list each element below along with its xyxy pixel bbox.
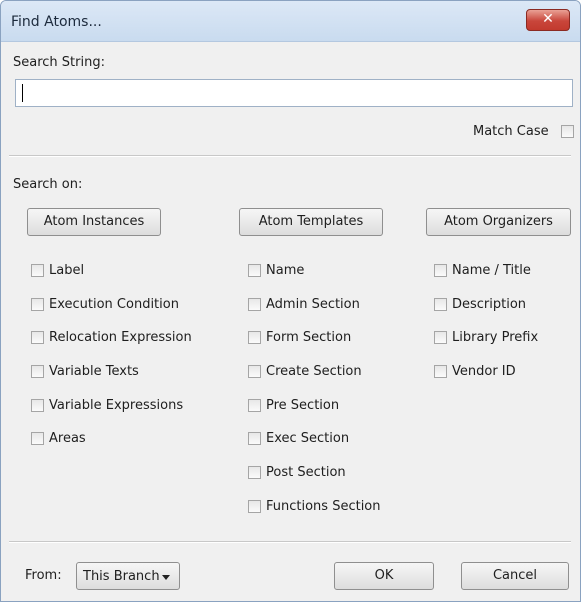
from-dropdown[interactable]: This Branch <box>76 562 180 590</box>
option-checkbox[interactable] <box>31 331 44 344</box>
option-text: Name / Title <box>452 263 531 278</box>
option-checkbox[interactable] <box>248 264 261 277</box>
search-on-label: Search on: <box>13 177 83 192</box>
option-text: Variable Expressions <box>49 398 184 413</box>
text-caret <box>22 84 23 102</box>
divider-top <box>9 155 571 157</box>
chevron-down-icon <box>162 575 170 580</box>
option-checkbox[interactable] <box>31 264 44 277</box>
option-checkbox[interactable] <box>31 399 44 412</box>
option-checkbox[interactable] <box>248 331 261 344</box>
option-checkbox[interactable] <box>248 298 261 311</box>
match-case-label: Match Case <box>473 124 549 139</box>
option-text: Post Section <box>266 465 346 480</box>
find-atoms-dialog: Find Atoms... ✕ Search String: Match Cas… <box>0 0 581 602</box>
title-bar: Find Atoms... ✕ <box>1 1 580 42</box>
option-checkbox[interactable] <box>434 331 447 344</box>
option-checkbox[interactable] <box>248 365 261 378</box>
search-string-label: Search String: <box>13 55 105 70</box>
atom-instances-button[interactable]: Atom Instances <box>27 208 161 236</box>
option-text: Pre Section <box>266 398 340 413</box>
close-icon: ✕ <box>542 11 554 27</box>
option-text: Functions Section <box>266 499 381 514</box>
option-text: Vendor ID <box>452 364 516 379</box>
option-checkbox[interactable] <box>248 500 261 513</box>
option-text: Description <box>452 297 527 312</box>
option-text: Create Section <box>266 364 362 379</box>
option-text: Variable Texts <box>49 364 139 379</box>
option-checkbox[interactable] <box>248 466 261 479</box>
option-text: Name <box>266 263 305 278</box>
ok-button[interactable]: OK <box>334 562 434 590</box>
option-checkbox[interactable] <box>31 298 44 311</box>
option-checkbox[interactable] <box>31 365 44 378</box>
from-label: From: <box>25 568 62 583</box>
dialog-title: Find Atoms... <box>11 14 102 30</box>
atom-organizers-button[interactable]: Atom Organizers <box>426 208 571 236</box>
match-case-checkbox[interactable] <box>561 125 574 138</box>
divider-bottom <box>9 541 571 543</box>
option-text: Exec Section <box>266 431 350 446</box>
option-text: Execution Condition <box>49 297 179 312</box>
option-text: Relocation Expression <box>49 330 192 345</box>
atom-templates-button[interactable]: Atom Templates <box>239 208 383 236</box>
search-string-input[interactable] <box>15 79 573 107</box>
option-checkbox[interactable] <box>31 432 44 445</box>
option-text: Admin Section <box>266 297 360 312</box>
option-checkbox[interactable] <box>248 399 261 412</box>
option-checkbox[interactable] <box>434 365 447 378</box>
option-text: Label <box>49 263 85 278</box>
option-checkbox[interactable] <box>434 264 447 277</box>
option-text: Library Prefix <box>452 330 539 345</box>
option-text: Form Section <box>266 330 352 345</box>
cancel-button[interactable]: Cancel <box>461 562 569 590</box>
from-dropdown-value: This Branch <box>83 569 160 584</box>
option-text: Areas <box>49 431 86 446</box>
option-checkbox[interactable] <box>434 298 447 311</box>
close-button[interactable]: ✕ <box>526 9 570 31</box>
option-checkbox[interactable] <box>248 432 261 445</box>
